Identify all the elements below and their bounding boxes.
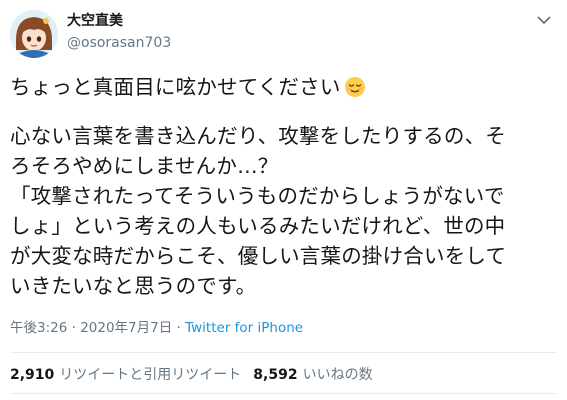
retweets-count: 2,910 <box>10 367 55 383</box>
user-handle[interactable]: @osorasan703 <box>67 34 171 52</box>
tweet-card: 大空直美 @osorasan703 ちょっと真面目に呟かせてください 心ない言葉… <box>0 0 567 400</box>
tweet-date[interactable]: 2020年7月7日 <box>80 320 172 336</box>
avatar[interactable] <box>10 10 58 58</box>
meta-separator: · <box>172 320 186 336</box>
avatar-illustration <box>10 10 58 58</box>
likes-stat[interactable]: 8,592 いいねの数 <box>253 367 372 383</box>
divider <box>10 352 557 353</box>
tweet-line: が大変な時だからこそ、優しい言葉の掛け合いをして <box>10 244 507 268</box>
tweet-text: ちょっと真面目に呟かせてください 心ない言葉を書き込んだり、攻撃をしたりするの、… <box>10 72 555 301</box>
display-name[interactable]: 大空直美 <box>67 12 123 30</box>
retweets-label: リツイートと引用リツイート <box>59 367 242 383</box>
tweet-line: しょ」という考えの人もいるみたいだけれど、世の中 <box>10 214 506 238</box>
tweet-line: いきたいなと思うのです。 <box>10 274 257 298</box>
retweets-stat[interactable]: 2,910 リツイートと引用リツイート <box>10 367 241 383</box>
tweet-time[interactable]: 午後3:26 <box>10 320 67 336</box>
tweet-stats: 2,910 リツイートと引用リツイート 8,592 いいねの数 <box>10 366 373 384</box>
tweet-meta: 午後3:26 · 2020年7月7日 · Twitter for iPhone <box>10 319 303 337</box>
divider <box>10 393 557 394</box>
tweet-line: ちょっと真面目に呟かせてください <box>10 72 555 102</box>
chevron-down-icon <box>537 16 551 24</box>
tweet-source-link[interactable]: Twitter for iPhone <box>185 320 303 336</box>
more-options-chevron-icon[interactable] <box>530 12 558 28</box>
tweet-line: 「攻撃されたってそういうものだからしょうがないで <box>10 184 505 208</box>
meta-separator: · <box>67 320 81 336</box>
relieved-face-icon <box>344 76 366 98</box>
tweet-line: 心ない言葉を書き込んだり、攻撃をしたりするの、そ <box>10 124 506 148</box>
tweet-line: ろそろやめにしませんか…？ <box>10 154 279 178</box>
likes-label: いいねの数 <box>302 367 373 383</box>
tweet-line-text: ちょっと真面目に呟かせてください <box>10 75 341 99</box>
likes-count: 8,592 <box>253 367 298 383</box>
